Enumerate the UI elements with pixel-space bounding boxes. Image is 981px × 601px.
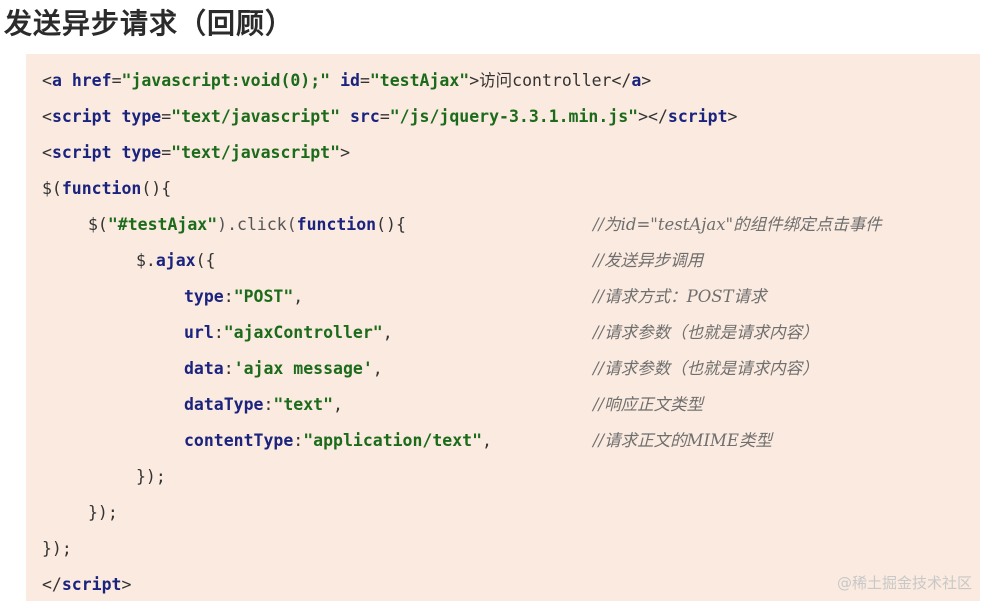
code-line-5: $("#testAjax").click(function(){	[88, 210, 406, 240]
code-token: type	[121, 107, 162, 126]
code-token: :	[213, 323, 224, 342]
code-token: =	[379, 107, 390, 126]
code-token: <	[42, 71, 52, 90]
code-token: script	[61, 575, 122, 594]
code-line-14: });	[42, 539, 72, 558]
option-key: contentType	[184, 431, 294, 450]
code-token: id	[340, 71, 360, 90]
code-token: function	[296, 215, 377, 234]
code-token: "/js/jquery-3.3.1.min.js"	[389, 107, 639, 126]
code-token: ,	[333, 395, 343, 414]
code-token: script	[51, 107, 112, 126]
code-comment: //请求参数（也就是请求内容）	[593, 323, 819, 342]
code-token: >	[340, 143, 350, 162]
code-line-8: url:"ajaxController",	[184, 318, 393, 348]
code-token: <	[42, 107, 52, 126]
option-key: type	[184, 287, 224, 306]
code-token: a	[631, 71, 642, 90]
code-token: $(	[42, 179, 62, 198]
option-key: url	[184, 323, 214, 342]
code-token: ,	[372, 359, 383, 378]
code-token: src	[350, 107, 380, 126]
code-token: "text/javascript"	[171, 143, 341, 162]
code-line-10: dataType:"text",	[184, 390, 343, 420]
code-line-13: });	[88, 503, 118, 522]
code-line-9: data:'ajax message',	[184, 354, 383, 384]
code-token: script	[667, 107, 728, 126]
code-token: =	[359, 71, 370, 90]
code-token: <	[42, 143, 52, 162]
code-token: ).click(	[217, 215, 297, 234]
code-token: "text/javascript"	[171, 107, 341, 126]
code-token: >	[727, 107, 738, 126]
code-token: =	[111, 71, 122, 90]
option-value: 'ajax message'	[233, 359, 373, 378]
code-token: script	[51, 143, 112, 162]
option-value: "ajaxController"	[223, 323, 383, 342]
watermark: @稀土掘金技术社区	[836, 574, 972, 592]
slide-page: 发送异步请求（回顾） <a href="javascript:void(0);"…	[0, 0, 981, 601]
code-token: >	[121, 575, 132, 594]
code-token: $(	[88, 215, 108, 234]
code-line-4: $(function(){	[42, 174, 171, 204]
option-value: "POST"	[233, 287, 294, 306]
code-token: "testAjax"	[369, 71, 470, 90]
option-key: data	[184, 359, 224, 378]
slide-title: 发送异步请求（回顾）	[4, 7, 295, 40]
code-comment: //请求参数（也就是请求内容）	[593, 359, 819, 378]
code-token: ,	[293, 287, 304, 306]
option-value: "application/text"	[303, 431, 483, 450]
code-line-7: type:"POST",	[184, 282, 303, 312]
code-line-12: });	[136, 467, 166, 486]
code-token: a	[51, 71, 62, 90]
code-line-3: <script type="text/javascript">	[42, 138, 350, 168]
code-line-2: <script type="text/javascript" src="/js/…	[42, 102, 737, 132]
code-token: :	[263, 395, 274, 414]
code-token: function	[61, 179, 142, 198]
option-value: "text"	[273, 395, 334, 414]
code-token: $.	[136, 251, 156, 270]
code-line-6: $.ajax({	[136, 246, 216, 276]
code-token: href	[71, 71, 112, 90]
code-token: "javascript:void(0);"	[121, 71, 331, 90]
code-token: "#testAjax"	[107, 215, 218, 234]
code-line-11: contentType:"application/text",	[184, 426, 492, 456]
code-token: :	[223, 359, 234, 378]
code-token: ,	[482, 431, 492, 450]
code-line-15: </script>	[42, 570, 131, 600]
code-token: (){	[141, 179, 172, 198]
code-token: >	[641, 71, 652, 90]
code-token: =	[161, 107, 172, 126]
code-comment: //发送异步调用	[593, 251, 704, 270]
code-block: <a href="javascript:void(0);" id="testAj…	[26, 54, 980, 601]
code-line-1: <a href="javascript:void(0);" id="testAj…	[42, 66, 651, 96]
code-token: =	[161, 143, 172, 162]
code-token: ,	[382, 323, 393, 342]
code-comment: //响应正文类型	[593, 395, 704, 414]
code-comment: //请求方式：POST请求	[593, 287, 767, 306]
code-comment: //请求正文的MIME类型	[593, 431, 772, 450]
code-token: :	[223, 287, 234, 306]
code-token: ({	[195, 251, 216, 270]
option-key: dataType	[184, 395, 264, 414]
code-comment: //为id="testAjax"的组件绑定点击事件	[593, 215, 882, 234]
code-token: ></	[638, 107, 668, 126]
code-token: >访问controller</	[469, 71, 632, 90]
code-token: (){	[376, 215, 406, 234]
code-token: </	[42, 575, 62, 594]
code-token: ajax	[155, 251, 196, 270]
code-token: type	[121, 143, 162, 162]
code-token: :	[293, 431, 304, 450]
